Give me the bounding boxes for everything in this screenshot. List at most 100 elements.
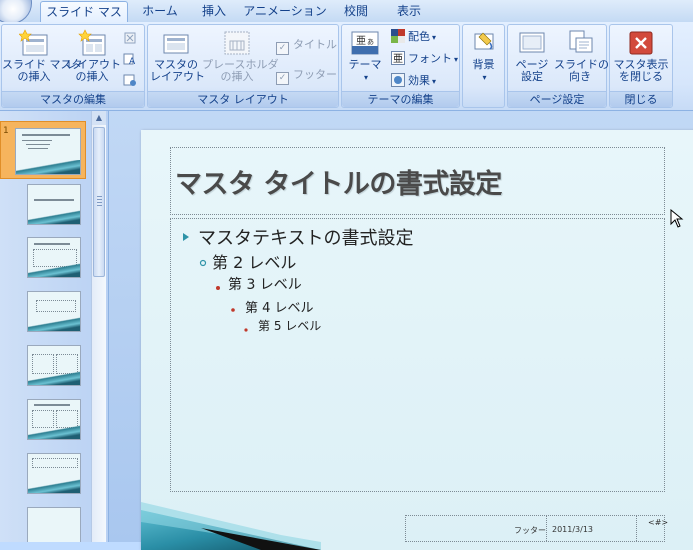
close-master-view-button[interactable]: マスタ表示 を閉じる <box>612 29 670 83</box>
insert-slide-master-label: スライド マスタ の挿入 <box>2 58 83 83</box>
group-master-edit: スライド マスタ の挿入 レイアウト の挿入 A マスタの編集 <box>1 24 145 108</box>
thumbnail-master <box>15 128 81 175</box>
effects-label: 効果 <box>408 74 430 87</box>
insert-layout-label: レイアウト の挿入 <box>66 58 121 83</box>
effects-button[interactable]: 効果 ▾ <box>391 73 436 89</box>
theme-button[interactable]: 亜 あ テーマ ▾ <box>345 29 385 84</box>
close-master-view-label: マスタ表示 を閉じる <box>613 58 669 83</box>
scroll-up-icon[interactable]: ▲ <box>92 111 106 125</box>
close-icon <box>626 29 656 57</box>
footer-checkbox-label: フッター <box>293 68 337 81</box>
svg-text:A: A <box>129 57 136 66</box>
thumbnail-layout-title-only[interactable] <box>27 453 81 494</box>
tab-slide-master[interactable]: スライド マスタ <box>40 1 128 39</box>
master-layout-button[interactable]: マスタの レイアウト <box>150 29 205 83</box>
group-master-layout: マスタの レイアウト プレースホルダ の挿入 ✓ タイトル ✓ フッター マスタ レ… <box>147 24 339 108</box>
thumbnail-title-box <box>32 458 78 468</box>
thumbnail-master-marker: 1 <box>3 126 9 136</box>
thumbnail-layout-two-content[interactable] <box>27 345 81 386</box>
body-text-placeholder[interactable]: マスタテキストの書式設定 第 2 レベル 第 3 レベル 第 4 レベル 第 5… <box>170 218 665 492</box>
thumbnail-layout-title[interactable] <box>27 184 81 225</box>
theme-icon: 亜 あ <box>350 29 380 57</box>
footer-divider <box>546 516 547 541</box>
colors-button[interactable]: 配色 ▾ <box>391 29 436 45</box>
group-page-setup: ページ 設定 スライドの 向き ページ設定 <box>507 24 609 108</box>
thumbnail-master-title-line <box>22 134 70 136</box>
group-theme-edit: 亜 あ テーマ ▾ 配色 ▾ 亜 フォント ▾ 効果 ▾ テーマの編集 <box>341 24 460 108</box>
group-theme-edit-label: テーマの編集 <box>342 91 459 107</box>
slide-master[interactable]: マスタ タイトルの書式設定 マスタテキストの書式設定 第 2 レベル 第 3 レ… <box>141 130 693 550</box>
title-checkbox[interactable]: ✓ タイトル <box>276 37 337 55</box>
slide-orientation-button[interactable]: スライドの 向き <box>554 29 609 83</box>
group-master-edit-label: マスタの編集 <box>2 91 144 107</box>
group-close-label: 閉じる <box>610 91 672 107</box>
thumbnail-master-selected[interactable]: 1 <box>0 121 86 179</box>
group-background: 背景 ▾ <box>462 24 505 108</box>
thumbnail-layout-comparison[interactable] <box>27 399 81 440</box>
page-setup-button[interactable]: ページ 設定 <box>510 29 554 83</box>
page-number-text: <#> <box>648 518 669 527</box>
tab-insert[interactable]: 挿入 <box>192 1 236 21</box>
group-page-setup-label: ページ設定 <box>508 91 606 107</box>
insert-placeholder-button[interactable]: プレースホルダ の挿入 <box>202 29 278 83</box>
insert-layout-button[interactable]: レイアウト の挿入 <box>66 29 121 83</box>
delete-icon[interactable] <box>123 31 137 45</box>
date-text: 2011/3/13 <box>552 525 594 534</box>
thumbnail-section-box <box>36 300 76 312</box>
slide-orientation-label: スライドの 向き <box>554 58 609 83</box>
thumbnail-wave <box>28 371 80 385</box>
level4-text: 第 4 レベル <box>245 301 314 316</box>
tab-home[interactable]: ホーム <box>132 1 188 21</box>
thumbnail-layout-content[interactable] <box>27 237 81 278</box>
slide-decoration-wave <box>141 480 321 550</box>
thumbnail-title-line <box>34 404 70 406</box>
theme-label-text: テーマ <box>348 58 382 71</box>
footer-check-mark: ✓ <box>276 72 289 85</box>
level1-text: マスタテキストの書式設定 <box>198 228 414 249</box>
office-button[interactable] <box>0 0 32 24</box>
tab-review[interactable]: 校閲 <box>334 1 378 21</box>
background-label-text: 背景 <box>472 58 495 71</box>
thumbnail-master-wave <box>16 160 80 174</box>
slide-orientation-icon <box>565 29 595 57</box>
footer-checkbox[interactable]: ✓ フッター <box>276 67 337 85</box>
effects-icon <box>391 73 405 87</box>
scrollbar-thumb[interactable] <box>93 127 105 277</box>
level3-bullet-icon <box>215 281 221 294</box>
colors-dropdown-arrow: ▾ <box>432 33 437 42</box>
master-layout-label: マスタの レイアウト <box>150 58 205 83</box>
fonts-icon: 亜 <box>391 51 405 65</box>
fonts-button[interactable]: 亜 フォント ▾ <box>391 51 458 67</box>
insert-slide-master-icon <box>18 29 49 57</box>
scrollbar-grip <box>97 196 102 206</box>
page-number-divider <box>636 516 637 541</box>
preserve-icon[interactable] <box>123 73 137 87</box>
thumbnail-scrollbar[interactable]: ▲ <box>91 111 106 542</box>
background-button[interactable]: 背景 ▾ <box>465 29 502 84</box>
level3-text: 第 3 レベル <box>228 277 302 293</box>
level1-bullet-icon <box>182 232 190 245</box>
thumbnail-wave <box>28 479 80 493</box>
tab-animation[interactable]: アニメーション <box>243 1 327 21</box>
slide-editing-canvas: マスタ タイトルの書式設定 マスタテキストの書式設定 第 2 レベル 第 3 レ… <box>109 111 693 550</box>
insert-slide-master-button[interactable]: スライド マスタ の挿入 <box>2 29 83 83</box>
title-checkbox-label: タイトル <box>293 38 337 51</box>
svg-text:亜: 亜 <box>393 54 403 65</box>
thumbnail-title-line <box>34 243 70 245</box>
tab-view[interactable]: 表示 <box>386 1 432 21</box>
title-placeholder[interactable]: マスタ タイトルの書式設定 <box>170 147 665 215</box>
background-icon <box>469 29 499 57</box>
theme-dropdown-arrow: ▾ <box>363 73 368 82</box>
thumbnail-title-line <box>34 199 74 201</box>
thumbnail-master-text-line <box>22 140 52 141</box>
thumbnail-wave <box>28 425 80 439</box>
thumbnail-layout-blank[interactable] <box>27 507 81 542</box>
insert-layout-icon <box>77 29 107 57</box>
rename-icon[interactable]: A <box>123 52 137 67</box>
footer-placeholder[interactable]: フッター 2011/3/13 <#> <box>405 515 669 542</box>
thumbnail-layout-section[interactable] <box>27 291 81 332</box>
background-label: 背景 ▾ <box>465 59 502 84</box>
thumbnail-wave <box>28 317 80 331</box>
group-close: マスタ表示 を閉じる 閉じる <box>609 24 673 108</box>
fonts-label: フォント <box>408 52 452 65</box>
